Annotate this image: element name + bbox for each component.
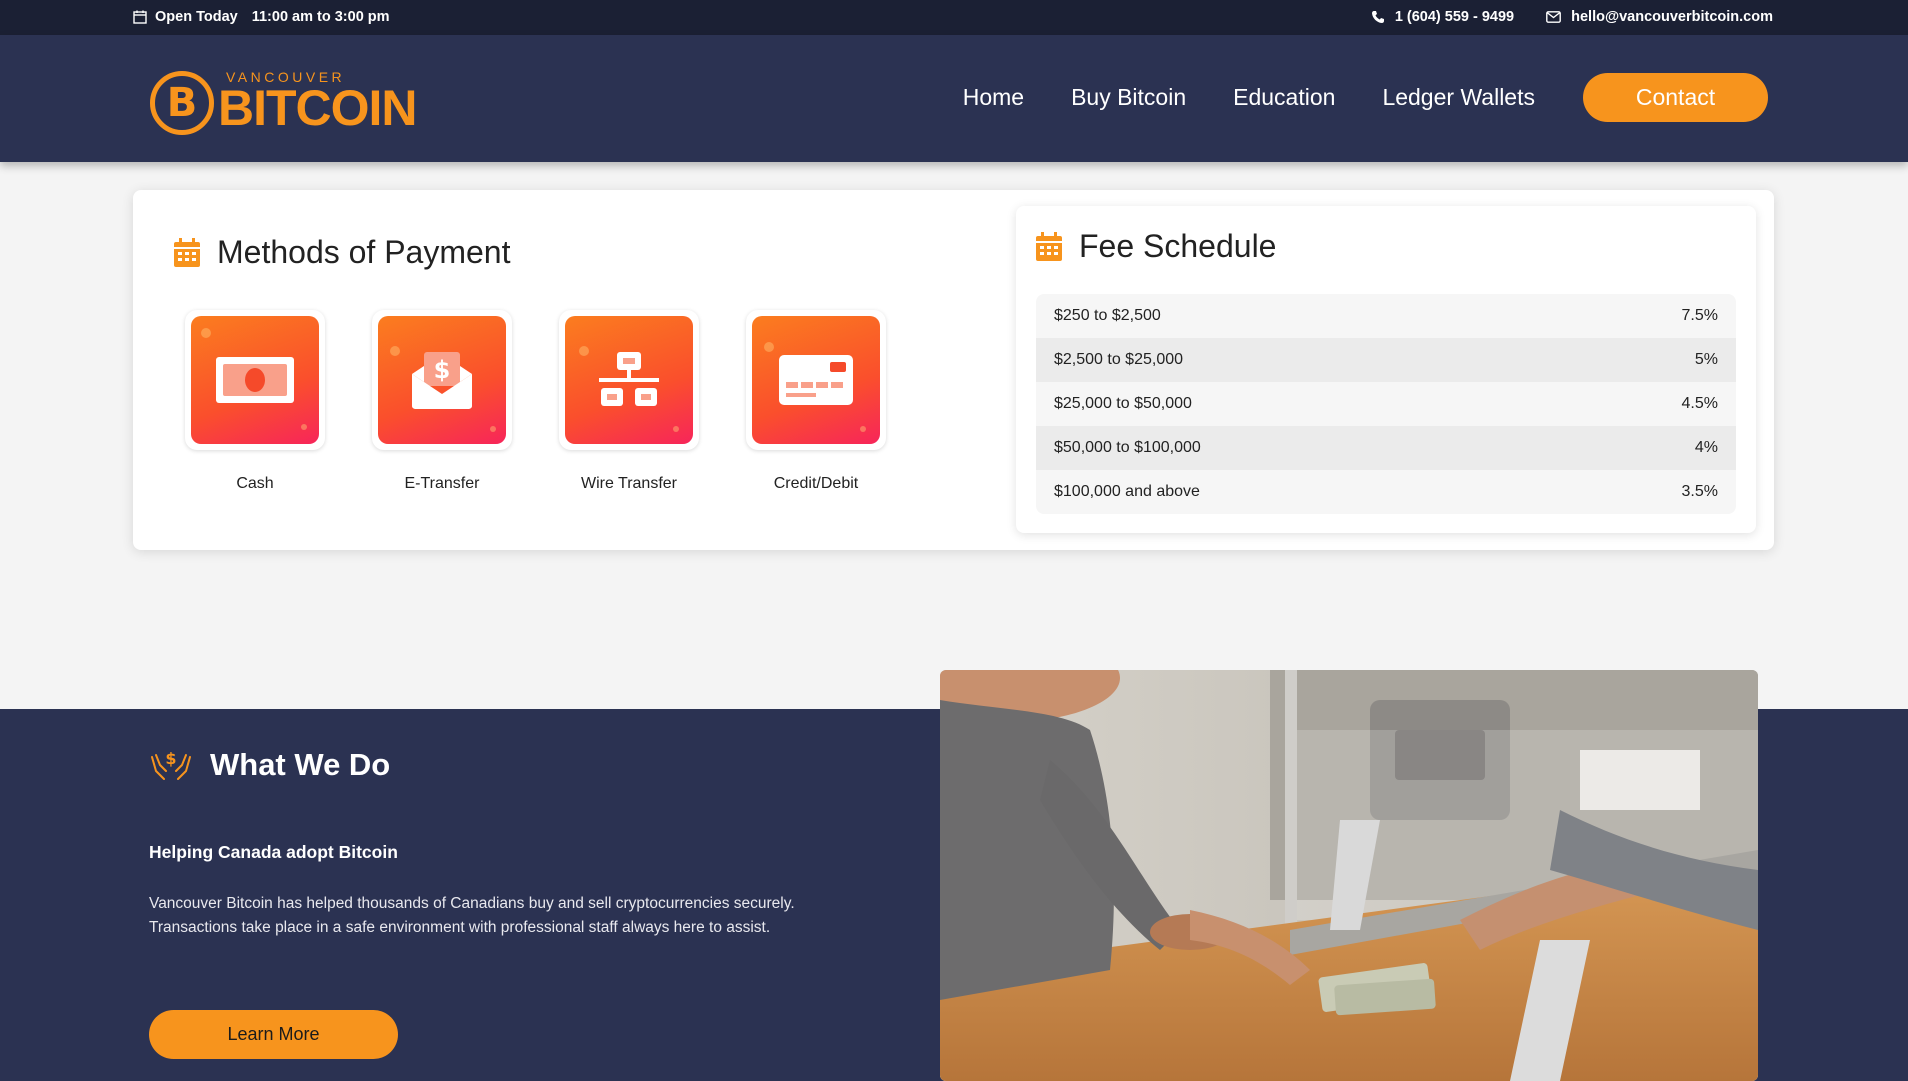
- hands-dollar-icon: $: [151, 749, 191, 780]
- fee-rate: 4%: [1694, 439, 1718, 456]
- method-label: Credit/Debit: [773, 475, 859, 492]
- what-we-do-heading: $ What We Do: [150, 747, 390, 783]
- method-tile: [746, 310, 886, 450]
- what-we-do-text: Vancouver Bitcoin has helped thousands o…: [149, 895, 795, 936]
- site-header: B VANCOUVER BITCOIN Home Buy Bitcoin Edu…: [0, 35, 1908, 162]
- fee-rate: 7.5%: [1681, 307, 1718, 324]
- payment-heading: Methods of Payment: [173, 234, 510, 271]
- hours-label: Open Today: [155, 9, 238, 25]
- phone-icon: [1371, 11, 1384, 23]
- nav-buy-bitcoin[interactable]: Buy Bitcoin: [1071, 84, 1186, 111]
- method-tile-inner: $: [378, 316, 506, 444]
- svg-text:$: $: [165, 749, 176, 768]
- envelope-icon: [1546, 11, 1562, 23]
- fee-rate: 4.5%: [1681, 395, 1718, 412]
- svg-text:$: $: [434, 356, 451, 384]
- fee-table: $250 to $2,500 7.5% $2,500 to $25,000 5%…: [1036, 294, 1736, 514]
- calendar-icon: [1036, 231, 1062, 261]
- nav-ledger-wallets[interactable]: Ledger Wallets: [1382, 84, 1535, 111]
- method-tile: [185, 310, 325, 450]
- cash-icon: [216, 357, 294, 403]
- method-e-transfer: $ E-Transfer: [372, 310, 512, 493]
- phone-link[interactable]: 1 (604) 559 - 9499: [1371, 9, 1514, 25]
- fee-range: $50,000 to $100,000: [1054, 439, 1201, 456]
- contact-button[interactable]: Contact: [1583, 73, 1768, 122]
- method-tile-inner: [565, 316, 693, 444]
- nav-home[interactable]: Home: [963, 84, 1024, 111]
- site-logo[interactable]: B VANCOUVER BITCOIN: [150, 61, 418, 137]
- fee-title: Fee Schedule: [1079, 228, 1277, 264]
- email-address: hello@vancouverbitcoin.com: [1571, 9, 1773, 25]
- table-row: $25,000 to $50,000 4.5%: [1036, 382, 1736, 426]
- top-bar: Open Today 11:00 am to 3:00 pm 1 (604) 5…: [0, 0, 1908, 35]
- calendar-icon: [174, 237, 200, 267]
- decor-dot: [390, 346, 400, 356]
- calendar-icon: [133, 10, 147, 24]
- decor-dot: [301, 424, 307, 430]
- hours-value: 11:00 am to 3:00 pm: [251, 9, 390, 25]
- logo-big-text: BITCOIN: [218, 80, 418, 136]
- teller-photo-image: [940, 670, 1758, 1081]
- table-row: $250 to $2,500 7.5%: [1036, 294, 1736, 338]
- decor-dot: [490, 426, 496, 432]
- table-row: $100,000 and above 3.5%: [1036, 470, 1736, 514]
- decor-dot: [860, 426, 866, 432]
- phone-number: 1 (604) 559 - 9499: [1394, 9, 1515, 25]
- decor-dot: [673, 426, 679, 432]
- table-row: $50,000 to $100,000 4%: [1036, 426, 1736, 470]
- nav-education[interactable]: Education: [1233, 84, 1335, 111]
- fee-heading: Fee Schedule: [1035, 228, 1276, 265]
- teller-photo: [940, 670, 1758, 1081]
- method-tile: [559, 310, 699, 450]
- payment-title: Methods of Payment: [217, 234, 511, 270]
- method-cash: Cash: [185, 310, 325, 493]
- fee-range: $100,000 and above: [1054, 483, 1200, 500]
- what-we-do-subtitle: Helping Canada adopt Bitcoin: [149, 842, 398, 862]
- decor-dot: [201, 328, 211, 338]
- fee-schedule-card: Fee Schedule $250 to $2,500 7.5% $2,500 …: [1016, 206, 1756, 533]
- fee-rate: 3.5%: [1681, 483, 1718, 500]
- credit-card-icon: [779, 355, 853, 405]
- what-we-do-title: What We Do: [210, 747, 391, 782]
- decor-dot: [764, 342, 774, 352]
- opening-hours: Open Today 11:00 am to 3:00 pm: [133, 9, 390, 25]
- method-tile-inner: [752, 316, 880, 444]
- method-label: E-Transfer: [404, 475, 480, 492]
- fee-range: $25,000 to $50,000: [1054, 395, 1192, 412]
- method-wire-transfer: Wire Transfer: [559, 310, 699, 493]
- method-label: Wire Transfer: [580, 475, 677, 492]
- learn-more-button[interactable]: Learn More: [149, 1010, 398, 1059]
- bitcoin-logo-mark: B: [166, 80, 198, 126]
- fee-rate: 5%: [1694, 351, 1718, 368]
- method-label: Cash: [236, 475, 274, 492]
- payment-card: Methods of Payment Cash $ E-Transfer Wir…: [133, 190, 1774, 550]
- fee-range: $2,500 to $25,000: [1054, 351, 1184, 368]
- method-tile-inner: [191, 316, 319, 444]
- decor-dot: [579, 346, 589, 356]
- payment-methods: Cash $ E-Transfer Wire Transfer Credit/D…: [185, 310, 886, 493]
- method-tile: $: [372, 310, 512, 450]
- method-credit-debit: Credit/Debit: [746, 310, 886, 493]
- email-link[interactable]: hello@vancouverbitcoin.com: [1546, 9, 1773, 25]
- network-icon: [599, 352, 659, 406]
- main-nav: Home Buy Bitcoin Education Ledger Wallet…: [963, 73, 1768, 122]
- envelope-dollar-icon: $: [412, 352, 472, 409]
- table-row: $2,500 to $25,000 5%: [1036, 338, 1736, 382]
- fee-range: $250 to $2,500: [1054, 307, 1161, 324]
